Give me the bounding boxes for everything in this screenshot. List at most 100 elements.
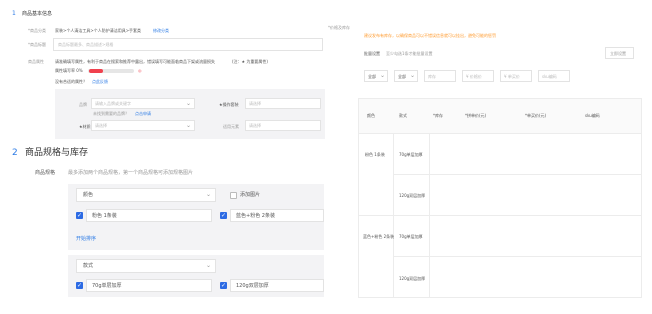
filter-select-2-label: 全部 [398, 74, 406, 79]
chevron-down-icon: ⌄ [185, 122, 191, 129]
spec2-option-2[interactable]: 120g双层加厚 [230, 279, 324, 292]
group1-row2-style: 120g双层加厚 [399, 193, 426, 198]
filter-sku-input[interactable]: sku编码 [538, 70, 570, 82]
header-color: 颜色 [367, 113, 375, 118]
extra-select[interactable]: 请选择 [245, 120, 321, 131]
chevron-down-icon: ⌄ [185, 100, 191, 107]
filter-select-1-label: 全部 [368, 74, 376, 79]
checkbox-checked-icon[interactable]: ✓ [220, 282, 227, 289]
section2-number: 2 [12, 148, 18, 158]
attributes-hint: 请准确填写属性，有利于商品在搜索和推荐中露出，错误填写可能面临商品下架或流量损失 [55, 59, 215, 64]
filter-select-1[interactable]: 全部 ⌄ [364, 70, 388, 82]
group2-color-cell: 蓝色+粉色 2条装 [363, 234, 395, 239]
header-single-price: *单买价(元) [525, 113, 547, 118]
divider [393, 134, 394, 298]
header-group-price: *拼单价(元) [465, 113, 487, 118]
bulk-set-hint: 至少勾选1条才能批量设置 [386, 51, 433, 56]
price-stock-label: *价格及库存 [328, 25, 350, 30]
title-input[interactable]: 商品标题最多、商品描述>规格 [53, 38, 323, 51]
brand-select-placeholder: 请输入品牌或关键字 [95, 101, 131, 106]
category-label: *商品分类 [28, 28, 46, 33]
spec1-panel: 颜色 ⌄ 添加图片 ✓ 粉色 1条装 ✓ 蓝色+粉色 2条装 开始排序 [68, 184, 324, 250]
spec1-option-1[interactable]: 粉色 1条装 [86, 209, 212, 222]
group2-row1-style: 70g单层加厚 [399, 234, 423, 239]
spec-hint: 最多添加两个商品规格，第一个商品规格可添加规格图片 [68, 170, 194, 176]
section1-title: 商品基本信息 [22, 11, 53, 17]
spec1-option-2-label: 蓝色+粉色 2条装 [236, 213, 275, 219]
spec1-option-2[interactable]: 蓝色+粉色 2条装 [230, 209, 324, 222]
spec2-name: 款式 [83, 263, 94, 269]
brand-label: 品牌 [79, 102, 87, 107]
brand-apply-link[interactable]: 点击申请 [135, 112, 151, 116]
spec2-name-select[interactable]: 款式 ⌄ [76, 259, 216, 273]
chevron-down-icon: ⌄ [409, 72, 415, 79]
title-input-placeholder: 商品标题最多、商品描述>规格 [58, 42, 114, 47]
bulk-set-label: 批量设置 [364, 51, 380, 56]
completion-label: 属性填写率 0% [55, 68, 83, 73]
spec2-option-1[interactable]: 70g单层加厚 [86, 279, 212, 292]
group1-row1-style: 70g单层加厚 [399, 152, 423, 157]
sku-table: 颜色 款式 *库存 *拼单价(元) *单买价(元) sku编码 粉色 1条装 7… [358, 98, 642, 298]
section2-title: 商品规格与库存 [25, 148, 89, 158]
divider [359, 133, 641, 134]
completion-warning-icon: ◎ [138, 68, 142, 73]
chevron-down-icon: ⌄ [379, 72, 385, 79]
group2-row2-style: 120g双层加厚 [399, 276, 426, 281]
group1-color-cell: 粉色 1条装 [365, 152, 385, 157]
header-sku: sku编码 [585, 113, 600, 118]
checkbox-checked-icon[interactable]: ✓ [76, 282, 83, 289]
material-select-placeholder: 请选择 [95, 123, 107, 128]
chevron-down-icon: ⌄ [205, 191, 211, 198]
origin-select-placeholder: 请选择 [249, 101, 261, 106]
filter-group-price-placeholder: ¥ 价格价 [466, 74, 482, 79]
spec1-name-select[interactable]: 颜色 ⌄ [76, 188, 216, 202]
spec1-name: 颜色 [83, 192, 94, 198]
divider [394, 256, 641, 257]
origin-select[interactable]: 请选择 [245, 98, 321, 109]
checkbox-checked-icon[interactable]: ✓ [220, 212, 227, 219]
feedback-link[interactable]: 点此反馈 [92, 80, 108, 84]
add-image-label: 添加图片 [240, 192, 261, 198]
feedback-text: 没有合适的属性？ [55, 79, 87, 84]
filter-stock-placeholder: 库存 [428, 74, 436, 79]
extra-label: 适用元素 [223, 124, 239, 129]
filter-stock-input[interactable]: 库存 [424, 70, 456, 82]
divider [429, 134, 430, 298]
checkbox-checked-icon[interactable]: ✓ [76, 212, 83, 219]
apply-bulk-button[interactable]: 立即设置 [605, 47, 634, 59]
attributes-panel: 品牌 请输入品牌或关键字 ⌄ 未找到需要的品牌？ 点击申请 ★操作套装 请选择 … [55, 89, 325, 139]
divider [359, 215, 641, 216]
add-image-checkbox[interactable] [230, 192, 237, 199]
spec-label: 商品规格 [35, 170, 56, 176]
completion-progress-marker [89, 69, 103, 73]
filter-single-price-input[interactable]: ¥ 单买价 [500, 70, 532, 82]
start-sort-link[interactable]: 开始排序 [76, 237, 96, 242]
extra-select-placeholder: 请选择 [249, 123, 261, 128]
filter-select-2[interactable]: 全部 ⌄ [394, 70, 418, 82]
price-stock-panel: 建议发布有库存，以确保商品可以不错误信息就可以挂出，避免可能的惩罚 批量设置 至… [352, 18, 642, 300]
filter-sku-placeholder: sku编码 [542, 74, 557, 79]
notice-text: 建议发布有库存，以确保商品可以不错误信息就可以挂出，避免可能的惩罚 [364, 33, 496, 38]
header-style: 款式 [399, 113, 407, 118]
change-category-link[interactable]: 修改分类 [153, 29, 169, 33]
category-value: 家装>个人清洁工具>个人防护清洁用具>手套类 [55, 28, 142, 33]
title-label: *商品标题 [28, 42, 46, 47]
header-stock: *库存 [433, 113, 443, 118]
material-label: ★材质 [79, 124, 91, 129]
filter-group-price-input[interactable]: ¥ 价格价 [462, 70, 494, 82]
filter-single-price-placeholder: ¥ 单买价 [504, 74, 520, 79]
attributes-legend: (注：★ 为重要属性) [232, 59, 268, 64]
spec2-panel: 款式 ⌄ ✓ 70g单层加厚 ✓ 120g双层加厚 [68, 255, 324, 297]
sku-table-header: 颜色 款式 *库存 *拼单价(元) *单买价(元) sku编码 [359, 99, 641, 133]
attributes-label: 商品属性 [28, 59, 44, 64]
material-select[interactable]: 请选择 ⌄ [91, 120, 195, 131]
section1-number: 1 [12, 10, 16, 17]
origin-label: ★操作套装 [219, 102, 239, 107]
spec2-option-2-label: 120g双层加厚 [236, 283, 269, 289]
brand-missing-hint: 未找到需要的品牌？ [93, 111, 129, 116]
spec2-option-1-label: 70g单层加厚 [92, 283, 122, 289]
apply-bulk-button-label: 立即设置 [610, 51, 626, 56]
spec1-option-1-label: 粉色 1条装 [92, 213, 117, 219]
chevron-down-icon: ⌄ [205, 262, 211, 269]
brand-select[interactable]: 请输入品牌或关键字 ⌄ [91, 98, 195, 109]
